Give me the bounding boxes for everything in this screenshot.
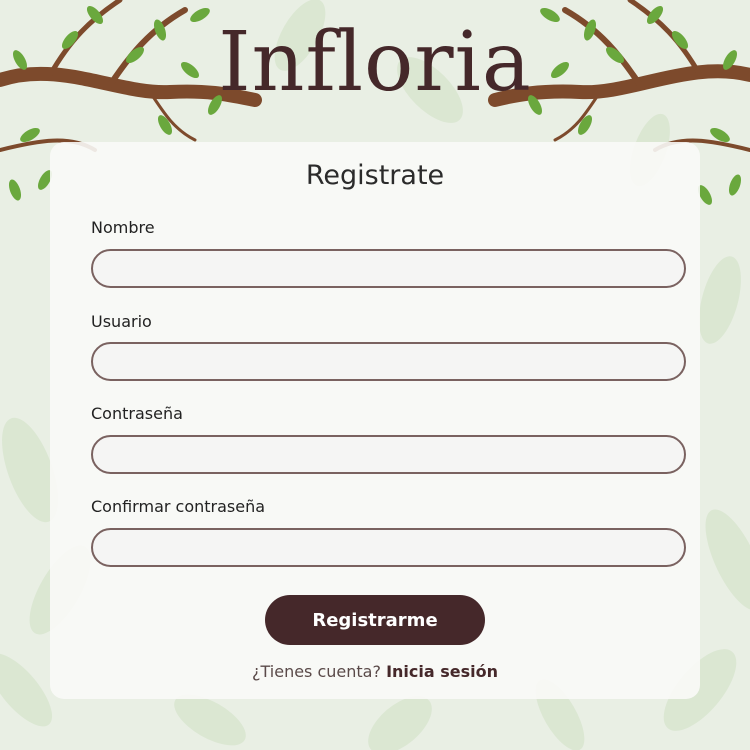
- register-button[interactable]: Registrarme: [265, 595, 485, 645]
- page-title: Registrate: [305, 160, 445, 191]
- login-prompt-text: ¿Tienes cuenta?: [252, 662, 381, 681]
- login-link[interactable]: Inicia sesión: [386, 662, 498, 681]
- leaf-icon: [8, 179, 22, 201]
- confirm-password-field[interactable]: [91, 528, 686, 567]
- password-label: Contraseña: [91, 404, 183, 423]
- name-label: Nombre: [91, 218, 155, 237]
- name-field[interactable]: [91, 249, 686, 288]
- password-field[interactable]: [91, 435, 686, 474]
- logo-text: Infloria: [218, 15, 532, 110]
- login-prompt: ¿Tienes cuenta? Inicia sesión: [50, 662, 700, 681]
- leaf-icon: [578, 115, 592, 135]
- confirm-password-label: Confirmar contraseña: [91, 497, 266, 516]
- username-field[interactable]: [91, 342, 686, 381]
- username-label: Usuario: [91, 312, 152, 331]
- leaf-icon: [728, 174, 742, 196]
- register-card: Registrate Nombre Usuario Contraseña Con…: [50, 142, 700, 699]
- leaf-icon: [158, 115, 172, 135]
